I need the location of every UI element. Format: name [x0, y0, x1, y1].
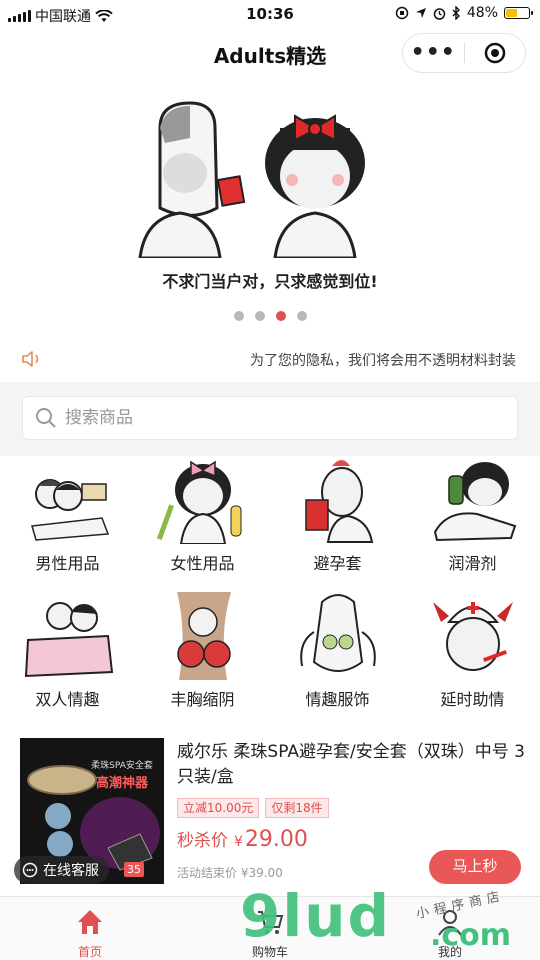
discount-tag: 立减10.00元 — [177, 798, 260, 818]
category-grid: 男性用品 女性用品 避孕套 润滑剂 双人情趣 丰胸缩阴 情趣服饰 延时助情 — [0, 456, 540, 716]
category-label: 丰胸缩阴 — [170, 690, 235, 709]
category-delay-products[interactable]: 延时助情 — [405, 592, 540, 722]
bluetooth-icon — [452, 6, 460, 20]
category-label: 双人情趣 — [35, 690, 100, 709]
alarm-icon — [433, 7, 446, 20]
notice-text: 为了您的隐私，我们将会用不透明材料封装 — [250, 353, 516, 369]
category-lubricant[interactable]: 润滑剂 — [405, 456, 540, 586]
male-products-icon — [31, 479, 110, 541]
battery-icon — [504, 7, 533, 19]
carousel-dot[interactable] — [233, 311, 244, 321]
carousel-dot[interactable] — [275, 311, 286, 321]
category-label: 润滑剂 — [448, 554, 497, 573]
cart-icon — [258, 911, 284, 934]
female-products-icon — [157, 460, 242, 544]
banner-caption: 不求门当户对，只求感觉到位! — [162, 272, 378, 291]
tab-label: 我的 — [437, 945, 462, 959]
stock-tag: 仅剩18件 — [265, 798, 329, 818]
tab-bar: 首页 购物车 我的 — [0, 896, 540, 960]
carousel-indicator — [0, 311, 540, 321]
couples-icon — [24, 602, 114, 678]
category-label: 情趣服饰 — [305, 690, 370, 709]
countdown-badge: 35 — [124, 862, 144, 877]
status-right: 48% — [395, 5, 533, 21]
search-input[interactable] — [65, 408, 485, 428]
category-label: 延时助情 — [440, 690, 505, 709]
customer-service-button[interactable]: 在线客服 — [14, 856, 109, 884]
category-condoms[interactable]: 避孕套 — [270, 456, 405, 586]
end-price: 活动结束价 ¥39.00 — [177, 866, 283, 880]
delay-products-icon — [433, 602, 513, 671]
price-row: 秒杀价 ¥ 29.00 — [177, 826, 308, 852]
banner-illustration — [138, 101, 365, 258]
category-couples[interactable]: 双人情趣 — [0, 592, 135, 722]
category-label: 男性用品 — [35, 554, 100, 573]
speaker-icon — [22, 351, 39, 367]
orientation-lock-icon — [395, 6, 409, 20]
buy-now-button[interactable]: 马上秒 — [429, 850, 521, 884]
category-label: 避孕套 — [313, 554, 362, 573]
more-menu-button[interactable]: ••• — [403, 34, 464, 72]
currency-symbol: ¥ — [234, 834, 243, 850]
search-icon — [36, 408, 56, 428]
status-bar: 中国联通 10:36 48% — [0, 0, 540, 30]
tab-cart[interactable]: 购物车 — [180, 897, 360, 960]
product-title[interactable]: 威尔乐 柔珠SPA避孕套/安全套（双珠）中号 3只装/盒 — [177, 740, 527, 790]
tab-label: 购物车 — [251, 945, 288, 959]
category-breast-enhancement[interactable]: 丰胸缩阴 — [135, 592, 270, 722]
product-image-slogan: 高潮神器 — [95, 776, 148, 791]
close-miniprogram-button[interactable] — [464, 42, 525, 64]
location-icon — [415, 8, 426, 18]
profile-icon — [438, 910, 462, 936]
navigation-bar: Adults精选 ••• — [0, 30, 540, 76]
category-female-products[interactable]: 女性用品 — [135, 456, 270, 586]
chat-icon — [22, 862, 38, 878]
carousel-dot[interactable] — [296, 311, 307, 321]
banner-carousel[interactable]: 不求门当户对，只求感觉到位! — [0, 78, 540, 338]
search-section — [0, 382, 540, 456]
home-icon — [78, 910, 102, 934]
target-close-icon — [484, 42, 505, 64]
condoms-icon — [305, 460, 374, 543]
sale-price: 29.00 — [244, 827, 308, 852]
battery-percent: 48% — [466, 5, 498, 21]
category-male-products[interactable]: 男性用品 — [0, 456, 135, 586]
product-tags: 立减10.00元 仅剩18件 — [177, 798, 329, 818]
notice-bar: 为了您的隐私，我们将会用不透明材料封装 — [0, 340, 540, 380]
product-image-brand: 柔珠SPA安全套 — [91, 761, 153, 771]
tab-profile[interactable]: 我的 — [360, 897, 540, 960]
search-box[interactable] — [22, 396, 518, 440]
tab-home[interactable]: 首页 — [0, 897, 180, 960]
breast-enhancement-icon — [177, 592, 231, 680]
category-lingerie[interactable]: 情趣服饰 — [270, 592, 405, 722]
customer-service-label: 在线客服 — [43, 863, 99, 879]
tab-label: 首页 — [77, 945, 102, 959]
category-label: 女性用品 — [170, 554, 235, 573]
miniprogram-capsule: ••• — [402, 33, 526, 73]
carousel-dot[interactable] — [254, 311, 265, 321]
price-label: 秒杀价 — [177, 831, 228, 851]
lubricant-icon — [433, 462, 517, 542]
lingerie-icon — [300, 594, 376, 672]
